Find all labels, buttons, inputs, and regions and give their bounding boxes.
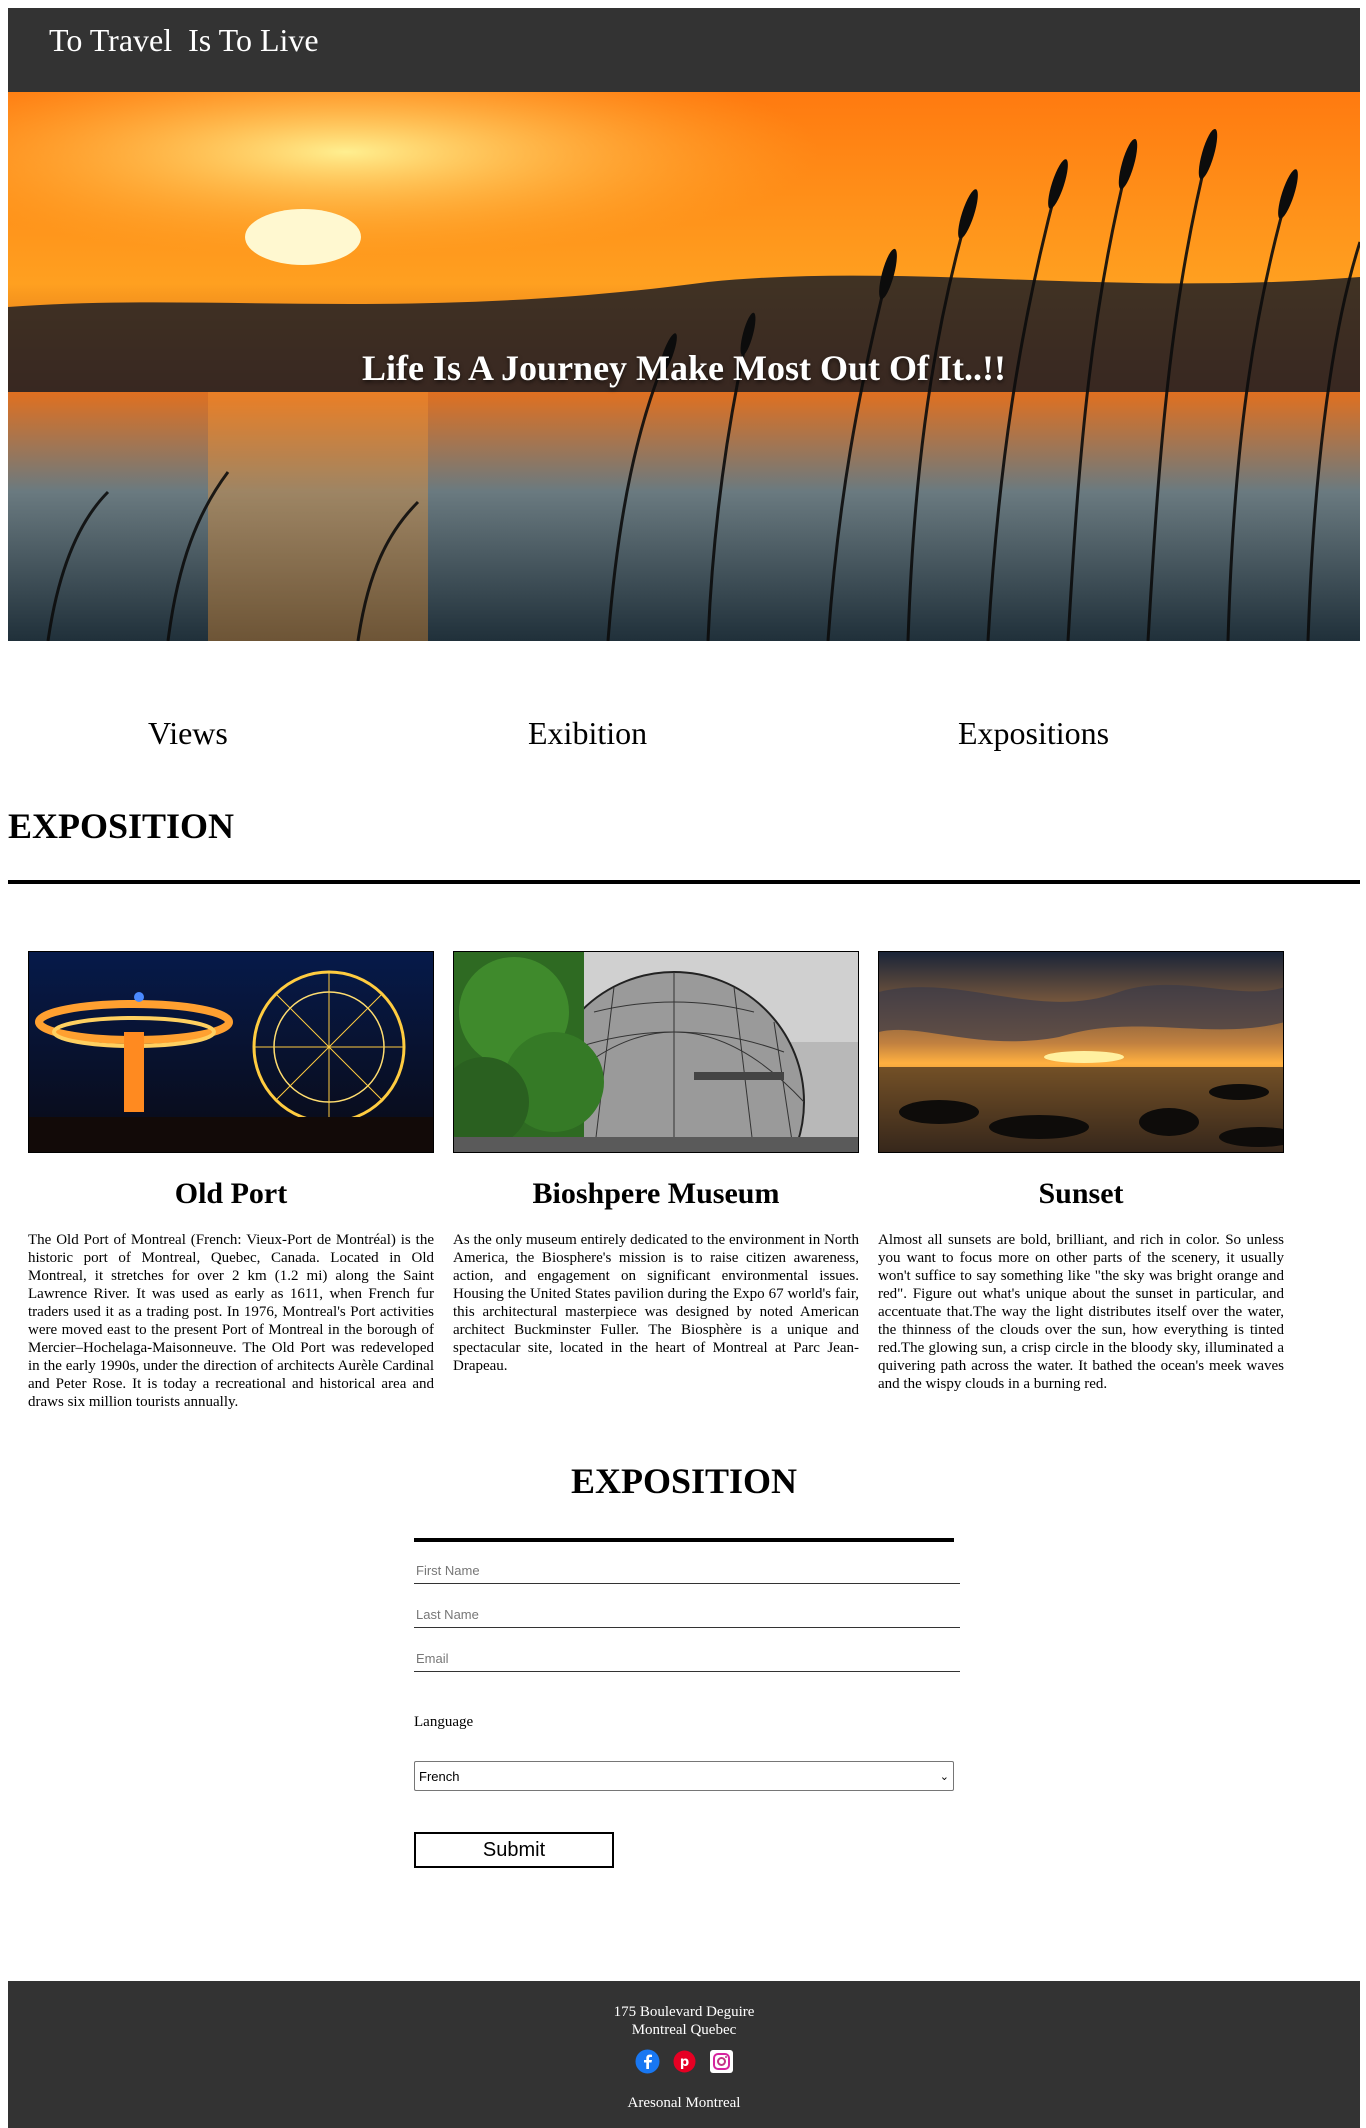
svg-text:p: p — [679, 2055, 688, 2070]
signup-form: Language French ⌄ Submit — [414, 1538, 960, 1878]
card-sunset: Sunset Almost all sunsets are bold, bril… — [878, 951, 1284, 1393]
language-label: Language — [414, 1714, 474, 1730]
footer-address: 175 Boulevard Deguire Montreal Quebec — [8, 2003, 1360, 2039]
card-title: Bioshpere Museum — [532, 1177, 780, 1210]
card-title: Sunset — [1038, 1177, 1124, 1210]
card-old-port: Old Port The Old Port of Montreal (Frenc… — [28, 951, 434, 1411]
instagram-icon[interactable] — [709, 2049, 734, 2074]
card-text: The Old Port of Montreal (French: Vieux-… — [28, 1232, 434, 1410]
social-links: p — [8, 2049, 1360, 2074]
page: To Travel Is To Live Life Is A Journey M… — [8, 8, 1360, 2128]
facebook-icon[interactable] — [635, 2049, 660, 2074]
hero-tagline: Life Is A Journey Make Most Out Of It..!… — [362, 348, 1006, 388]
pinterest-icon[interactable]: p — [672, 2049, 697, 2074]
card-text: As the only museum entirely dedicated to… — [453, 1232, 859, 1374]
card-text: Almost all sunsets are bold, brilliant, … — [878, 1232, 1284, 1392]
last-name-field[interactable] — [414, 1602, 960, 1628]
nav-link-views[interactable]: Views — [148, 715, 228, 752]
biosphere-image — [453, 951, 859, 1153]
form-heading: EXPOSITION — [570, 1461, 798, 1501]
first-name-field[interactable] — [414, 1558, 960, 1584]
main-nav: Views Exibition Expositions — [8, 641, 1360, 761]
address-line-2: Montreal Quebec — [631, 2022, 737, 2038]
exposition-heading: EXPOSITION — [8, 806, 235, 846]
nav-link-exibition[interactable]: Exibition — [528, 715, 647, 752]
footer: 175 Boulevard Deguire Montreal Quebec p … — [8, 1981, 1360, 2128]
footer-copyright: Aresonal Montreal — [627, 2095, 741, 2111]
chevron-down-icon: ⌄ — [939, 1770, 949, 1783]
address-line-1: 175 Boulevard Deguire — [613, 2004, 755, 2020]
exposition-divider — [8, 880, 1360, 884]
submit-button[interactable]: Submit — [414, 1832, 614, 1868]
sunset-image — [878, 951, 1284, 1153]
card-title: Old Port — [174, 1177, 288, 1210]
form-divider — [414, 1538, 954, 1542]
top-bar: To Travel Is To Live — [8, 8, 1360, 92]
site-brand[interactable]: To Travel Is To Live — [49, 22, 319, 59]
card-biosphere: Bioshpere Museum As the only museum enti… — [453, 951, 859, 1375]
language-select[interactable]: French ⌄ — [414, 1761, 954, 1791]
old-port-image — [28, 951, 434, 1153]
email-field[interactable] — [414, 1646, 960, 1672]
nav-link-expositions[interactable]: Expositions — [958, 715, 1109, 752]
hero-banner: Life Is A Journey Make Most Out Of It..!… — [8, 92, 1360, 641]
language-selected-value: French — [419, 1768, 460, 1784]
